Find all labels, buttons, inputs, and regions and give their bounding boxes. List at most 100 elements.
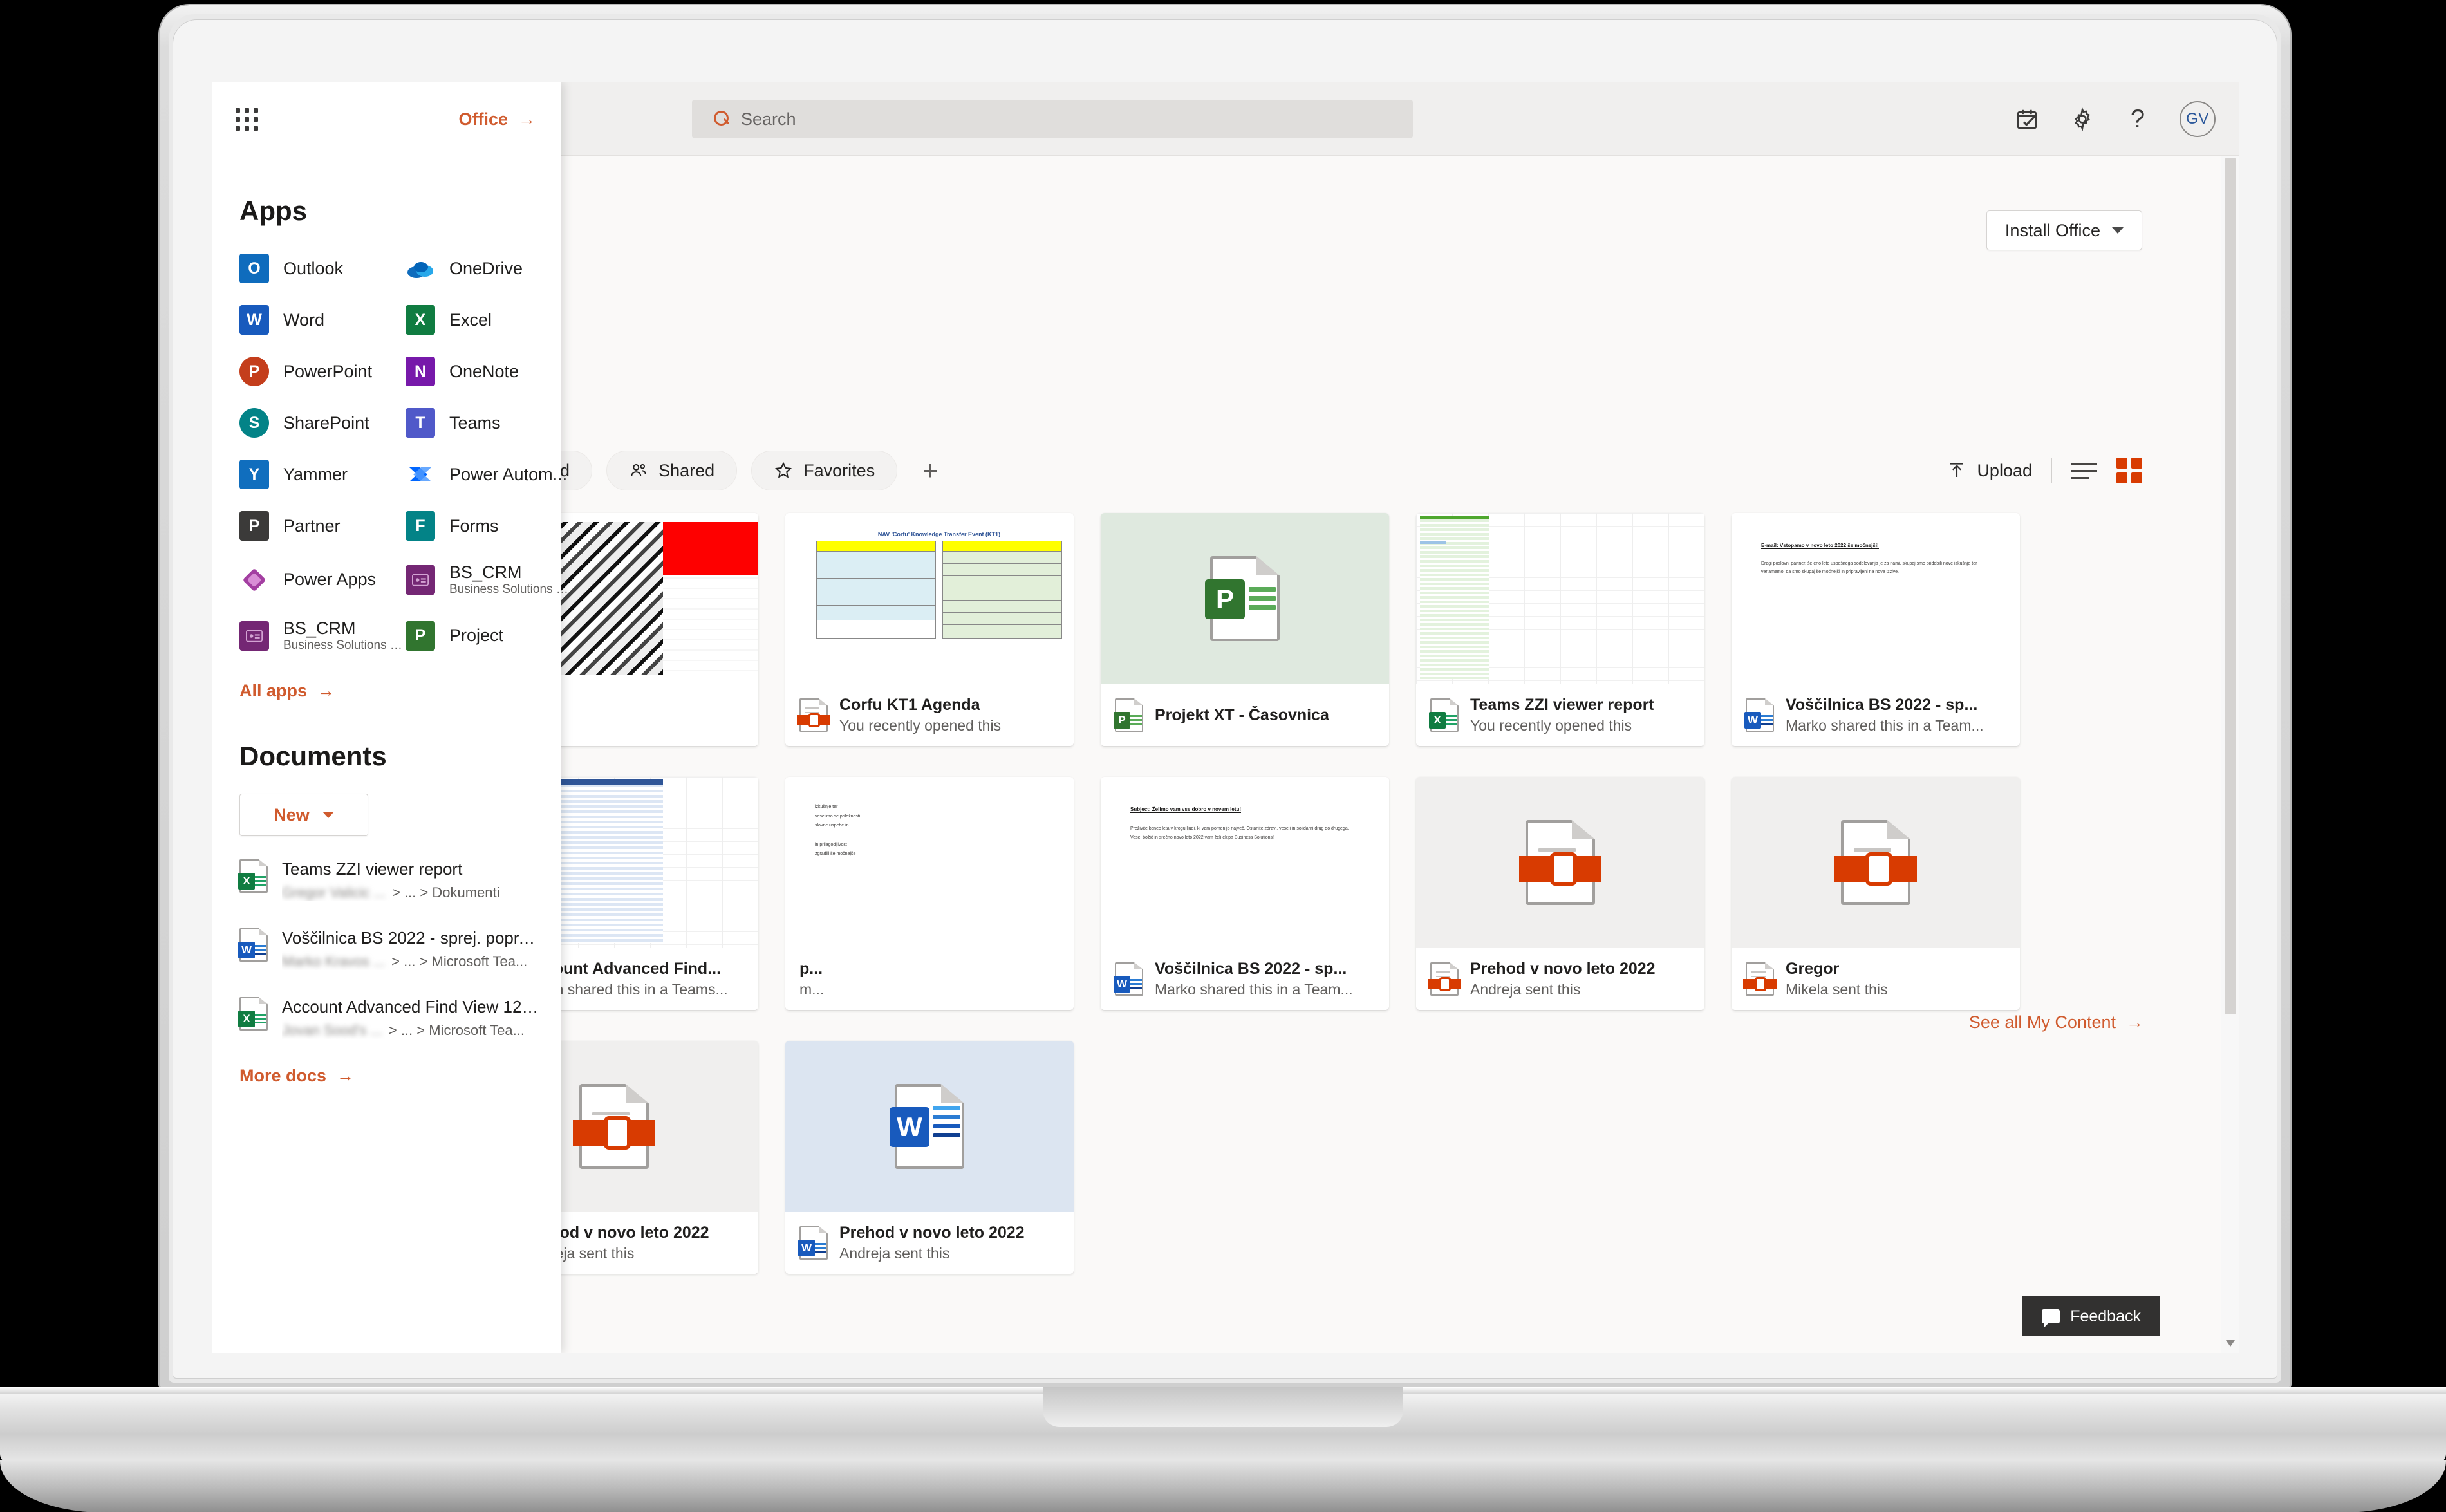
- app-item-partner[interactable]: P Partner: [239, 511, 406, 541]
- app-item-forms[interactable]: F Forms: [406, 511, 572, 541]
- card-title: Prehod v novo leto 2022: [1470, 960, 1656, 978]
- app-item-onedrive[interactable]: OneDrive: [406, 254, 572, 283]
- document-owner: Jovan Sood's ...: [282, 1022, 382, 1038]
- app-item-word[interactable]: W Word: [239, 305, 406, 335]
- app-item-onenote[interactable]: N OneNote: [406, 357, 572, 386]
- app-item-bs-crm-1[interactable]: BS_CRM Business Solutions d...: [406, 563, 572, 597]
- vertical-scrollbar[interactable]: [2221, 156, 2239, 1353]
- header-actions: ? GV: [2013, 82, 2216, 156]
- thumb-title: E-mail: Vstopamo v novo leto 2022 še moč…: [1761, 543, 1879, 549]
- avatar[interactable]: GV: [2180, 101, 2216, 137]
- help-icon[interactable]: ?: [2124, 106, 2151, 133]
- install-office-button[interactable]: Install Office: [1986, 210, 2142, 250]
- card-title: Prehod v novo leto 2022: [839, 1224, 1025, 1242]
- teams-icon: T: [406, 408, 435, 438]
- card-title: Gregor: [1786, 960, 1840, 978]
- card-meta: X Teams ZZI viewer report You recently o…: [1416, 684, 1704, 746]
- card-thumbnail: E-mail: Vstopamo v novo leto 2022 še moč…: [1732, 513, 2020, 684]
- card-subtitle: Mikela sent this: [1786, 981, 1888, 998]
- app-item-sharepoint[interactable]: S SharePoint: [239, 408, 406, 438]
- app-item-bs-crm-2[interactable]: BS_CRM Business Solutions d...: [239, 619, 406, 653]
- feedback-label: Feedback: [2070, 1307, 2141, 1325]
- card-meta: W Voščilnica BS 2022 - sp... Marko share…: [1732, 684, 2020, 746]
- filter-tab-favorites[interactable]: Favorites: [751, 451, 898, 490]
- flyout-header: Office →: [212, 82, 561, 156]
- recent-documents-list: X Teams ZZI viewer report Gregor Valicic…: [238, 859, 561, 1039]
- app-sublabel: Business Solutions d...: [449, 583, 572, 596]
- feedback-button[interactable]: Feedback: [2022, 1296, 2160, 1336]
- app-item-outlook[interactable]: O Outlook: [239, 254, 406, 283]
- document-card[interactable]: izkušnje ter veselimo se priložnosti, slov…: [785, 777, 1074, 1010]
- excel-file-icon: X: [1429, 698, 1459, 732]
- install-office-row: Install Office: [1986, 210, 2142, 250]
- toolbar-divider: [2051, 458, 2052, 483]
- recent-document-item[interactable]: W Voščilnica BS 2022 - sprej. popr. za .…: [238, 928, 561, 970]
- grid-view-toggle[interactable]: [2116, 458, 2142, 483]
- upload-label: Upload: [1977, 460, 2032, 480]
- onenote-icon: N: [406, 357, 435, 386]
- word-file-icon: W: [238, 928, 268, 962]
- thumb-title: NAV 'Corfu' Knowledge Transfer Event (KT…: [877, 531, 1001, 537]
- document-path: Gregor Valicic ... > ... > Dokumenti: [282, 884, 539, 901]
- document-card[interactable]: X Teams ZZI viewer report You recently o…: [1416, 513, 1704, 746]
- app-item-project[interactable]: P Project: [406, 619, 572, 653]
- scroll-down-arrow-icon[interactable]: [2226, 1340, 2235, 1347]
- office-home-link[interactable]: Office →: [458, 109, 536, 129]
- document-card[interactable]: Prehod v novo leto 2022 Andreja sent thi…: [1416, 777, 1704, 1010]
- app-item-yammer[interactable]: Y Yammer: [239, 460, 406, 489]
- document-name: Voščilnica BS 2022 - sprej. popr. za ...: [282, 928, 539, 947]
- document-card[interactable]: Subject: Želimo vam vse dobro v novem le…: [1101, 777, 1389, 1010]
- office-link-label: Office: [458, 109, 508, 129]
- document-breadcrumb: > ... > Microsoft Tea...: [388, 1022, 525, 1038]
- document-card[interactable]: Gregor Mikela sent this: [1732, 777, 2020, 1010]
- recent-document-item[interactable]: X Teams ZZI viewer report Gregor Valicic…: [238, 859, 561, 901]
- arrow-right-icon: →: [2126, 1013, 2143, 1032]
- media-file-icon-large: [1834, 820, 1917, 905]
- document-card[interactable]: NAV 'Corfu' Knowledge Transfer Event (KT…: [785, 513, 1074, 746]
- card-meta: W Prehod v novo leto 2022 Andreja sent t…: [785, 1212, 1074, 1274]
- app-label: Yammer: [283, 464, 348, 484]
- document-card[interactable]: P P Projekt XT - Časovnica: [1101, 513, 1389, 746]
- app-item-excel[interactable]: X Excel: [406, 305, 572, 335]
- document-owner: Marko Kravos ...: [282, 953, 386, 969]
- card-thumbnail: W: [785, 1041, 1074, 1212]
- card-thumbnail: [1416, 513, 1704, 684]
- scrollbar-thumb[interactable]: [2225, 158, 2236, 1014]
- laptop-mockup: Search ? GV Install Office Shared Favori…: [0, 0, 2446, 1512]
- app-item-power-apps[interactable]: Power Apps: [239, 563, 406, 597]
- app-item-teams[interactable]: T Teams: [406, 408, 572, 438]
- document-card[interactable]: E-mail: Vstopamo v novo leto 2022 še moč…: [1732, 513, 2020, 746]
- document-card[interactable]: W W Prehod v novo leto 2022 Andreja sent…: [785, 1041, 1074, 1274]
- sharepoint-icon: S: [239, 408, 269, 438]
- app-label: Partner: [283, 516, 341, 536]
- calendar-check-icon[interactable]: [2013, 106, 2040, 133]
- all-apps-link[interactable]: All apps →: [239, 681, 561, 701]
- app-item-powerpoint[interactable]: P PowerPoint: [239, 357, 406, 386]
- laptop-foot: [0, 1460, 2446, 1512]
- more-docs-link[interactable]: More docs →: [239, 1066, 561, 1086]
- app-item-power-automate[interactable]: Power Autom...: [406, 460, 572, 489]
- search-input[interactable]: Search: [692, 100, 1413, 138]
- see-all-my-content-link[interactable]: See all My Content →: [1969, 1013, 2143, 1032]
- app-launcher-waffle-icon[interactable]: [236, 107, 258, 131]
- powerpoint-file-icon: [797, 698, 830, 732]
- upload-button[interactable]: Upload: [1947, 461, 2032, 481]
- filter-tab-shared[interactable]: Shared: [606, 451, 738, 490]
- add-filter-button[interactable]: +: [911, 452, 949, 489]
- list-view-toggle[interactable]: [2071, 462, 2097, 479]
- help-question-mark: ?: [2130, 105, 2145, 133]
- card-thumbnail: [1732, 777, 2020, 948]
- power-automate-icon: [406, 460, 435, 489]
- chevron-down-icon: [2112, 227, 2124, 234]
- excel-file-icon: X: [238, 997, 268, 1031]
- app-label: Excel: [449, 310, 492, 330]
- app-label: Forms: [449, 516, 499, 536]
- document-card-grid: lu... NAV 'Corfu' Knowledge Transfer Eve…: [470, 513, 2143, 1274]
- card-subtitle: You recently opened this: [839, 717, 1002, 734]
- card-thumbnail: NAV 'Corfu' Knowledge Transfer Event (KT…: [785, 513, 1074, 684]
- document-breadcrumb: > ... > Dokumenti: [391, 884, 500, 901]
- card-thumbnail: [1416, 777, 1704, 948]
- gear-icon[interactable]: [2069, 106, 2096, 133]
- new-document-button[interactable]: New: [239, 794, 368, 836]
- recent-document-item[interactable]: X Account Advanced Find View 12-23... Jo…: [238, 997, 561, 1039]
